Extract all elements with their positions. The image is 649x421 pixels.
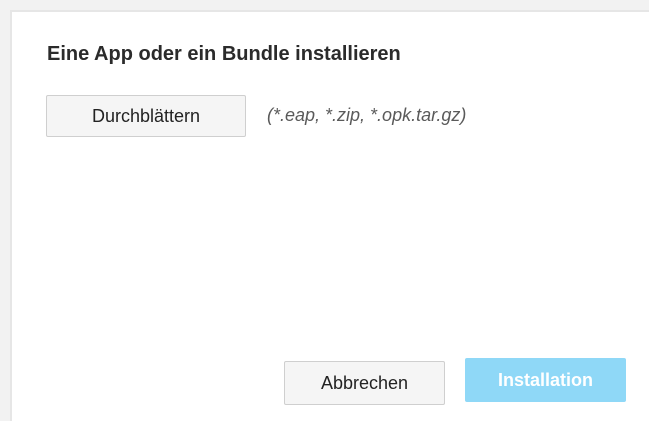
file-types-hint: (*.eap, *.zip, *.opk.tar.gz): [267, 105, 467, 125]
dialog-title: Eine App oder ein Bundle installieren: [47, 43, 401, 65]
dialog-left-border: [10, 10, 12, 421]
cancel-button[interactable]: Abbrechen: [284, 361, 445, 405]
install-button[interactable]: Installation: [465, 358, 626, 402]
dialog-top-border: [10, 10, 649, 12]
install-app-dialog: Eine App oder ein Bundle installieren Du…: [10, 10, 649, 421]
browse-button[interactable]: Durchblättern: [46, 95, 246, 137]
